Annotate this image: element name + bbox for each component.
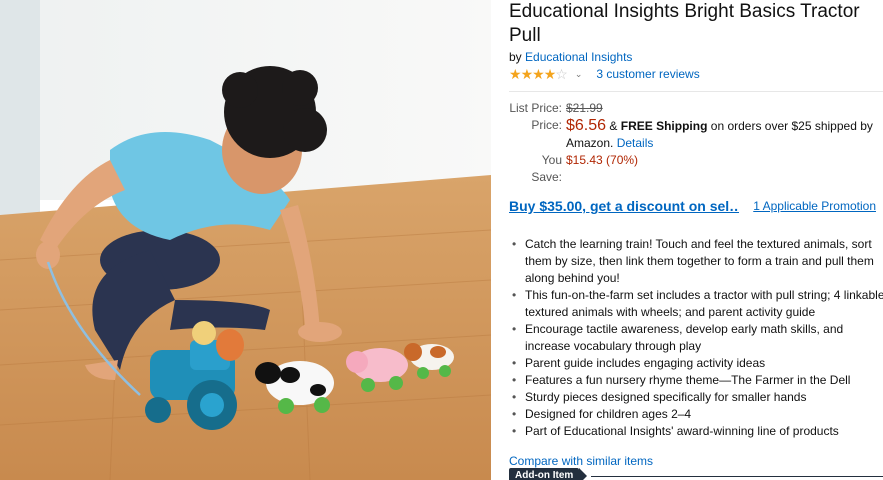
rating-row: ★ ★ ★ ★ ☆ ⌄ 3 customer reviews — [509, 65, 883, 83]
compare-row: Compare with similar items — [509, 454, 883, 468]
customer-reviews-link[interactable]: 3 customer reviews — [596, 67, 699, 81]
feature-bullet: Encourage tactile awareness, develop ear… — [509, 321, 883, 355]
addon-banner: Add-on Item — [509, 468, 883, 480]
feature-bullet: Part of Educational Insights' award-winn… — [509, 423, 883, 440]
star-icon: ★ — [532, 65, 545, 82]
byline: by Educational Insights — [509, 50, 883, 64]
feature-bullet: Designed for children ages 2–4 — [509, 406, 883, 423]
free-shipping-label: FREE Shipping — [620, 119, 708, 133]
feature-bullet: Features a fun nursery rhyme theme—The F… — [509, 372, 883, 389]
you-save-label: You Save: — [531, 153, 562, 184]
feature-bullet: Sturdy pieces designed specifically for … — [509, 389, 883, 406]
you-save-value: $15.43 (70%) — [566, 153, 639, 167]
compare-similar-link[interactable]: Compare with similar items — [509, 454, 653, 468]
byline-prefix: by — [509, 50, 522, 64]
feature-bullet: This fun-on-the-farm set includes a trac… — [509, 287, 883, 321]
promotion-link[interactable]: Buy $35.00, get a discount on sel… — [509, 198, 739, 214]
list-price-row: List Price: $21.99 — [509, 100, 883, 117]
divider — [509, 91, 883, 92]
price-block: List Price: $21.99 Price: $6.56 & FREE S… — [509, 100, 883, 186]
feature-bullet: Catch the learning train! Touch and feel… — [509, 236, 883, 287]
addon-badge-tail — [579, 468, 588, 480]
brand-link[interactable]: Educational Insights — [525, 50, 632, 64]
star-icon: ★ — [509, 65, 522, 82]
price-and-shipping: $6.56 & FREE Shipping on orders over $25… — [566, 117, 883, 152]
shipping-amp: & — [609, 119, 618, 133]
applicable-promotion-link[interactable]: 1 Applicable Promotion — [753, 199, 876, 213]
price-row: Price: $6.56 & FREE Shipping on orders o… — [509, 117, 883, 152]
feature-bullet: Parent guide includes engaging activity … — [509, 355, 883, 372]
addon-badge: Add-on Item — [509, 468, 580, 480]
price-label: Price: — [531, 118, 562, 132]
product-image[interactable] — [0, 0, 491, 480]
details-link[interactable]: Details — [617, 136, 654, 150]
star-icon: ★ — [520, 65, 534, 82]
promotion-row: Buy $35.00, get a discount on sel… 1 App… — [509, 198, 883, 214]
list-price-label: List Price: — [509, 101, 562, 115]
you-save-row: You Save: $15.43 (70%) — [509, 152, 883, 186]
product-info: Educational Insights Bright Basics Tract… — [509, 0, 883, 480]
star-icon: ★ — [543, 65, 557, 82]
chevron-down-icon[interactable]: ⌄ — [575, 69, 583, 80]
product-title: Educational Insights Bright Basics Tract… — [509, 1, 860, 46]
list-price-value: $21.99 — [566, 101, 603, 115]
price-value: $6.56 — [566, 117, 607, 134]
star-empty-icon: ☆ — [555, 65, 568, 82]
addon-divider — [591, 475, 883, 477]
star-rating[interactable]: ★ ★ ★ ★ ☆ — [509, 65, 568, 83]
feature-bullets: Catch the learning train! Touch and feel… — [509, 236, 883, 440]
